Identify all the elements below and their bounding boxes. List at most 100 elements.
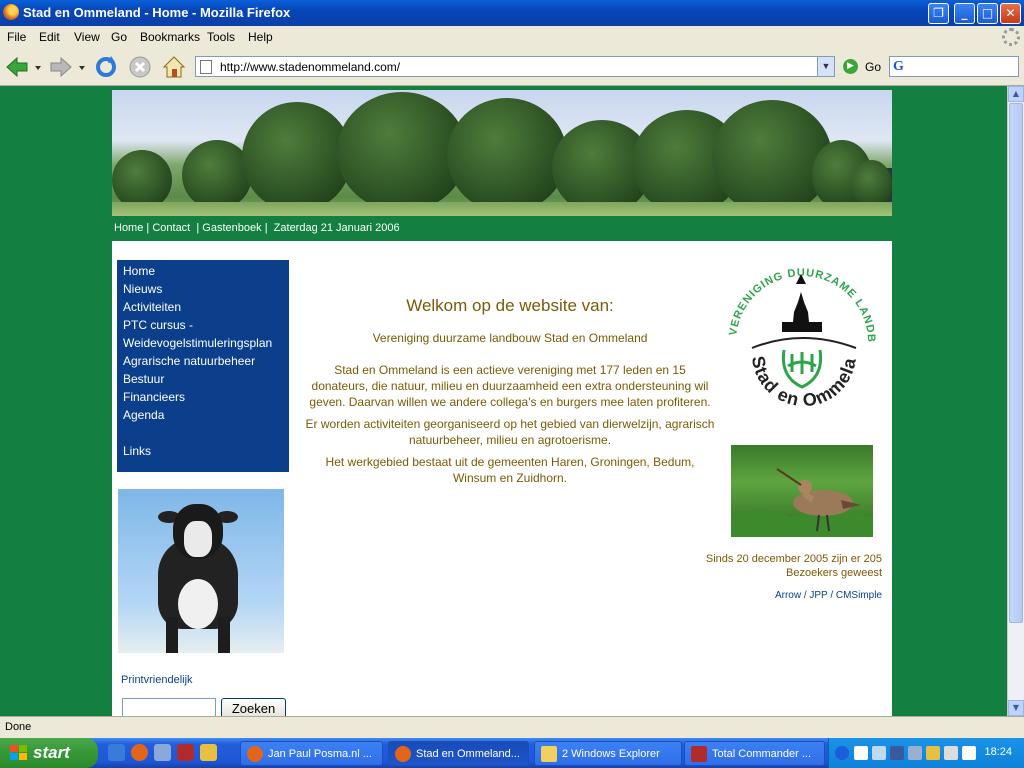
top-link-home[interactable]: Home: [114, 222, 143, 234]
menu-tools[interactable]: Tools: [207, 30, 235, 44]
nav-item-bestuur[interactable]: Bestuur: [123, 370, 289, 388]
top-link-contact[interactable]: Contact: [152, 222, 190, 234]
start-label: start: [33, 743, 70, 762]
intro-paragraph: Stad en Ommeland is een actieve verenigi…: [309, 363, 711, 409]
tray-expand-icon[interactable]: [835, 746, 849, 760]
tray-volume-icon[interactable]: [944, 746, 958, 760]
task-stad-en-ommeland[interactable]: Stad en Ommeland...: [388, 741, 529, 766]
task-jan-paul-posma[interactable]: Jan Paul Posma.nl ...: [240, 741, 383, 766]
welcome-section: Welkom op de website van: Vereniging duu…: [305, 296, 715, 500]
nav-spacer: [123, 424, 289, 442]
forward-arrow-icon[interactable]: [48, 54, 74, 80]
scroll-thumb[interactable]: [1009, 103, 1023, 623]
tray-monitor-icon[interactable]: [962, 746, 976, 760]
nav-item-nieuws[interactable]: Nieuws: [123, 280, 289, 298]
forward-dropdown-icon[interactable]: [76, 54, 88, 80]
go-icon[interactable]: ▶: [843, 59, 858, 74]
print-friendly-link[interactable]: Printvriendelijk: [121, 674, 193, 686]
maximize-button[interactable]: □: [977, 3, 998, 24]
title-bar: Stad en Ommeland - Home - Mozilla Firefo…: [0, 0, 1024, 26]
cow-photo: [118, 489, 284, 653]
close-button[interactable]: ✕: [1000, 3, 1021, 24]
task-windows-explorer[interactable]: 2 Windows Explorer: [534, 741, 682, 766]
menu-go[interactable]: Go: [111, 30, 127, 44]
page-icon: [200, 60, 212, 74]
folder-icon: [541, 746, 557, 762]
quicklaunch-desktop-icon[interactable]: [154, 744, 171, 761]
association-logo: VERENIGING DUURZAME LANDBOUW Stad en Omm…: [722, 262, 876, 410]
menu-bookmarks[interactable]: Bookmarks: [140, 30, 200, 44]
tray-word-icon[interactable]: [854, 746, 868, 760]
nav-item-activiteiten[interactable]: Activiteiten: [123, 298, 289, 316]
window-title: Stad en Ommeland - Home - Mozilla Firefo…: [23, 5, 291, 20]
tray-network-icon[interactable]: [872, 746, 886, 760]
scroll-up-icon[interactable]: ▲: [1008, 86, 1024, 102]
nav-item-links[interactable]: Links: [123, 442, 289, 460]
separator: |: [264, 222, 268, 234]
url-text[interactable]: http://www.stadenommeland.com/: [220, 60, 400, 74]
godwit-bird-photo: [731, 445, 873, 537]
nav-item-weidevogel[interactable]: Weidevogelstimuleringsplan: [123, 334, 289, 352]
google-search-icon[interactable]: G: [893, 59, 904, 75]
throbber-icon: [1002, 28, 1020, 46]
credits-link[interactable]: Arrow / JPP / CMSimple: [705, 590, 882, 601]
home-icon[interactable]: [161, 54, 187, 80]
top-link-guestbook[interactable]: Gastenboek: [202, 222, 261, 234]
search-box[interactable]: G: [889, 56, 1019, 77]
total-commander-icon: [691, 746, 707, 762]
windows-logo-icon: [10, 745, 28, 761]
site-search-input[interactable]: [122, 698, 216, 718]
quicklaunch-tool-icon[interactable]: [200, 744, 217, 761]
vertical-scrollbar[interactable]: ▲ ▼: [1007, 86, 1024, 716]
address-bar[interactable]: http://www.stadenommeland.com/ ▼: [195, 56, 835, 77]
restore-down-icon[interactable]: ❐: [928, 3, 949, 24]
current-date: Zaterdag 21 Januari 2006: [273, 222, 400, 234]
side-navigation: Home Nieuws Activiteiten PTC cursus - We…: [117, 260, 289, 472]
taskbar-clock: 18:24: [984, 746, 1012, 758]
separator: |: [196, 222, 200, 234]
header-banner-image: [112, 90, 892, 216]
menu-help[interactable]: Help: [248, 30, 273, 44]
scroll-down-icon[interactable]: ▼: [1008, 700, 1024, 716]
task-total-commander[interactable]: Total Commander ...: [684, 741, 825, 766]
stop-icon[interactable]: [127, 54, 153, 80]
start-button[interactable]: start: [0, 738, 98, 768]
system-tray: 18:24: [828, 738, 1024, 768]
welcome-heading: Welkom op de website van:: [406, 296, 614, 315]
back-arrow-icon[interactable]: [4, 54, 30, 80]
quicklaunch-app-icon[interactable]: [177, 744, 194, 761]
task-label: Jan Paul Posma.nl ...: [268, 748, 372, 760]
nav-item-natuurbeheer[interactable]: Agrarische natuurbeheer: [123, 352, 289, 370]
nav-item-home[interactable]: Home: [123, 262, 289, 280]
status-text: Done: [5, 721, 32, 733]
go-button-label[interactable]: Go: [865, 60, 881, 74]
status-bar: Done: [0, 716, 1024, 738]
quicklaunch-firefox-icon[interactable]: [131, 744, 148, 761]
back-dropdown-icon[interactable]: [32, 54, 44, 80]
menu-view[interactable]: View: [74, 30, 100, 44]
activities-paragraph: Er worden activiteiten georganiseerd op …: [305, 417, 715, 447]
nav-item-financieers[interactable]: Financieers: [123, 388, 289, 406]
visitor-counter: Sinds 20 december 2005 zijn er 205 Bezoe…: [705, 553, 882, 579]
reload-icon[interactable]: [93, 54, 119, 80]
nav-item-ptc-cursus[interactable]: PTC cursus -: [123, 316, 289, 334]
menu-file[interactable]: File: [7, 30, 26, 44]
top-links: Home | Contact | Gastenboek | Zaterdag 2…: [114, 222, 400, 234]
task-label: Stad en Ommeland...: [416, 748, 520, 760]
firefox-icon: [247, 746, 263, 762]
region-paragraph: Het werkgebied bestaat uit de gemeenten …: [325, 455, 695, 485]
firefox-icon: [3, 4, 19, 20]
separator: |: [146, 222, 150, 234]
tray-user-icon[interactable]: [890, 746, 904, 760]
tray-printer-icon[interactable]: [908, 746, 922, 760]
firefox-icon: [395, 746, 411, 762]
nav-item-agenda[interactable]: Agenda: [123, 406, 289, 424]
url-dropdown-icon[interactable]: ▼: [817, 57, 834, 76]
minimize-button[interactable]: _: [954, 3, 975, 24]
tray-app-icon[interactable]: [926, 746, 940, 760]
menu-edit[interactable]: Edit: [39, 30, 60, 44]
quicklaunch-ie-icon[interactable]: [108, 744, 125, 761]
task-label: Total Commander ...: [712, 748, 812, 760]
task-label: 2 Windows Explorer: [562, 748, 660, 760]
subtitle: Vereniging duurzame landbouw Stad en Omm…: [372, 331, 648, 345]
